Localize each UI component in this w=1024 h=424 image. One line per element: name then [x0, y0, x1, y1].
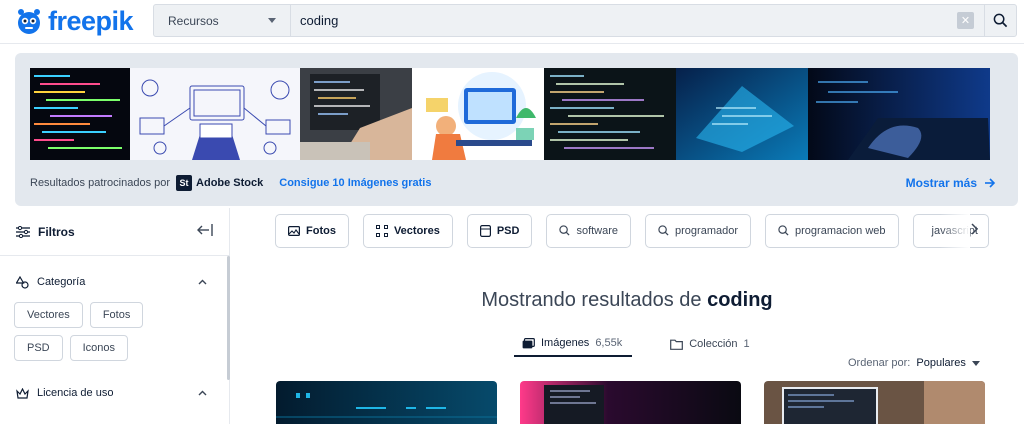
chevron-down-icon [971, 360, 980, 366]
chevron-up-icon [198, 279, 207, 285]
sponsored-image[interactable] [300, 68, 412, 160]
sponsored-thumbnails [30, 68, 990, 160]
chevron-down-icon [268, 18, 276, 23]
shapes-icon [16, 275, 29, 289]
adobe-stock-text: Adobe Stock [196, 177, 264, 189]
category-chip-fotos[interactable]: Fotos [89, 302, 144, 328]
sort-dropdown[interactable]: Ordenar por: Populares [848, 357, 980, 369]
arrow-right-icon [985, 178, 996, 188]
clear-search-button[interactable]: ✕ [957, 12, 974, 29]
results-grid [276, 381, 985, 424]
collapse-sidebar-button[interactable] [197, 224, 213, 239]
search-icon [778, 225, 789, 236]
tags-next-button[interactable] [970, 222, 979, 239]
tab-collection[interactable]: Colección 1 [670, 331, 750, 357]
tab-collection-label: Colección [689, 338, 738, 350]
search-icon [658, 225, 669, 236]
sponsored-label: Resultados patrocinados por [30, 177, 171, 189]
result-card[interactable] [764, 381, 985, 424]
sponsored-image[interactable] [808, 68, 990, 160]
results-tabs: Imágenes 6,55k Colección 1 [514, 331, 750, 357]
related-tags-bar: Fotos Vectores PSD software programador [275, 213, 989, 248]
psd-file-icon [479, 224, 491, 237]
show-more-label: Mostrar más [905, 176, 977, 190]
sponsored-image[interactable] [130, 68, 300, 160]
sponsored-footer: Resultados patrocinados por St Adobe Sto… [30, 174, 996, 192]
freepik-mascot-icon [18, 9, 40, 34]
chevron-up-icon [198, 390, 207, 396]
tab-images-label: Imágenes [541, 337, 590, 349]
category-title: Categoría [37, 276, 86, 288]
show-more-link[interactable]: Mostrar más [906, 176, 996, 190]
results-query: coding [707, 289, 773, 311]
search-icon [993, 13, 1008, 28]
tab-images[interactable]: Imágenes 6,55k [514, 331, 633, 357]
tag-psd[interactable]: PSD [466, 213, 533, 248]
freepik-logo[interactable]: freepik [14, 4, 134, 38]
search-category-select[interactable]: Recursos [154, 5, 291, 36]
tag-programacion-web-label: programacion web [795, 224, 886, 237]
results-heading: Mostrando resultados de coding [230, 289, 1024, 312]
photo-icon [288, 225, 300, 236]
category-chip-vectores[interactable]: Vectores [14, 302, 83, 328]
search-bar: Recursos ✕ [153, 4, 1017, 37]
logo-text: freepik [48, 5, 134, 36]
search-category-label: Recursos [168, 13, 219, 28]
tag-programador[interactable]: programador [645, 213, 752, 248]
arrow-left-bar-icon [197, 224, 213, 236]
category-chip-iconos[interactable]: Iconos [69, 335, 129, 361]
tag-fotos-label: Fotos [306, 224, 336, 237]
images-icon [522, 337, 535, 348]
tag-programacion-web[interactable]: programacion web [765, 213, 899, 248]
license-section-header[interactable]: Licencia de uso [0, 373, 229, 413]
tag-psd-label: PSD [496, 224, 520, 237]
tags-fade [940, 213, 970, 248]
header: freepik Recursos ✕ [0, 0, 1024, 44]
result-card[interactable] [276, 381, 497, 424]
tab-images-count: 6,55k [595, 337, 623, 349]
category-chip-psd[interactable]: PSD [14, 335, 63, 361]
result-card[interactable] [520, 381, 741, 424]
category-section-header[interactable]: Categoría [0, 262, 229, 302]
sponsored-image[interactable] [544, 68, 676, 160]
free-images-link[interactable]: Consigue 10 Imágenes gratis [279, 177, 431, 189]
license-title: Licencia de uso [37, 387, 114, 399]
sliders-icon [16, 225, 30, 238]
sidebar-scrollbar[interactable] [227, 256, 230, 380]
sort-value: Populares [916, 357, 966, 369]
filters-title: Filtros [38, 224, 75, 239]
tab-collection-count: 1 [743, 338, 750, 350]
category-chips: Vectores Fotos PSD Iconos [0, 302, 210, 361]
search-input[interactable] [291, 5, 957, 36]
filters-sidebar: Filtros Categoría Vectores Fotos PSD Ico… [0, 208, 230, 424]
tag-programador-label: programador [675, 224, 739, 237]
tag-vectores[interactable]: Vectores [362, 213, 453, 248]
chevron-right-icon [971, 223, 979, 235]
tag-software-label: software [576, 224, 619, 237]
tag-software[interactable]: software [546, 213, 632, 248]
sponsored-image[interactable] [412, 68, 544, 160]
filters-header: Filtros [0, 208, 229, 256]
sponsored-image[interactable] [676, 68, 808, 160]
adobe-stock-logo: St [176, 175, 193, 191]
sponsored-banner: Resultados patrocinados por St Adobe Sto… [15, 53, 1018, 206]
vector-icon [375, 224, 388, 237]
sponsored-image[interactable] [30, 68, 130, 160]
sort-label: Ordenar por: [848, 357, 911, 369]
tag-fotos[interactable]: Fotos [275, 213, 349, 248]
results-prefix: Mostrando resultados de [481, 289, 702, 311]
crown-icon [16, 387, 29, 399]
search-button[interactable] [984, 5, 1016, 36]
search-icon [559, 225, 570, 236]
folder-icon [670, 339, 684, 350]
tag-vectores-label: Vectores [393, 224, 440, 237]
